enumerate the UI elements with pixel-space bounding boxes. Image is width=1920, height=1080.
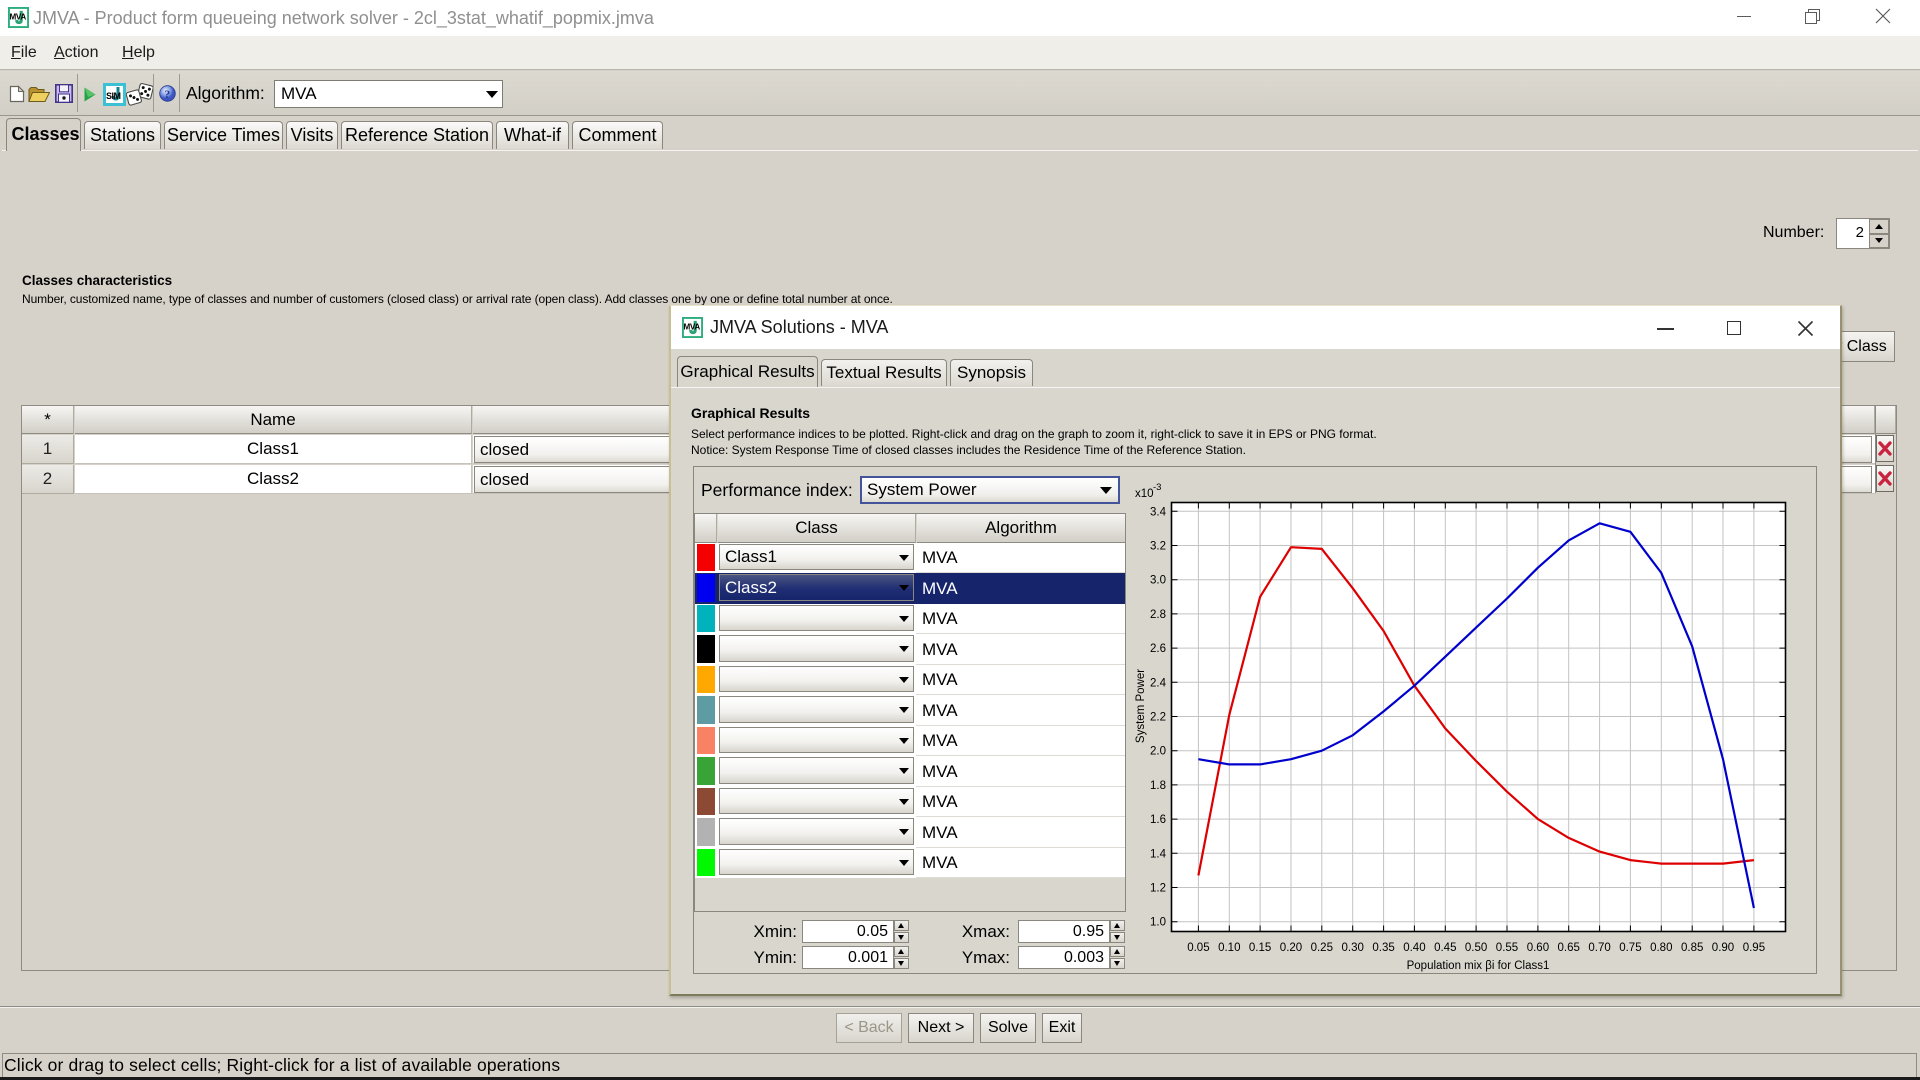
svg-text:1.2: 1.2	[1150, 883, 1166, 895]
svg-text:0.90: 0.90	[1712, 942, 1734, 954]
svg-text:SIM: SIM	[106, 91, 121, 101]
svg-text:0.95: 0.95	[1743, 942, 1765, 954]
svg-text:0.45: 0.45	[1434, 942, 1456, 954]
svg-text:3.2: 3.2	[1150, 541, 1166, 553]
svg-text:0.35: 0.35	[1372, 942, 1394, 954]
svg-text:0.25: 0.25	[1311, 942, 1333, 954]
svg-text:MVA: MVA	[684, 322, 701, 331]
svg-text:0.80: 0.80	[1650, 942, 1672, 954]
svg-text:0.05: 0.05	[1187, 942, 1209, 954]
svg-text:System Power: System Power	[1135, 669, 1147, 743]
svg-text:2.8: 2.8	[1150, 609, 1166, 621]
svg-text:x10: x10	[1135, 488, 1154, 500]
svg-text:0.10: 0.10	[1218, 942, 1240, 954]
svg-text:2.0: 2.0	[1150, 746, 1166, 758]
svg-text:0.85: 0.85	[1681, 942, 1703, 954]
svg-text:0.40: 0.40	[1403, 942, 1425, 954]
svg-text:0.30: 0.30	[1342, 942, 1364, 954]
svg-text:2.6: 2.6	[1150, 643, 1166, 655]
svg-text:0.60: 0.60	[1527, 942, 1549, 954]
svg-text:1.4: 1.4	[1150, 848, 1167, 860]
svg-text:2.4: 2.4	[1150, 677, 1167, 689]
svg-text:0.75: 0.75	[1619, 942, 1641, 954]
svg-text:0.50: 0.50	[1465, 942, 1487, 954]
svg-text:1.8: 1.8	[1150, 780, 1166, 792]
svg-text:Population mix βi for Class1: Population mix βi for Class1	[1407, 960, 1550, 972]
svg-text:MVA: MVA	[10, 12, 27, 21]
svg-text:1.0: 1.0	[1150, 917, 1166, 929]
svg-text:1.6: 1.6	[1150, 814, 1166, 826]
svg-text:3.4: 3.4	[1150, 506, 1167, 518]
svg-text:0.70: 0.70	[1588, 942, 1610, 954]
svg-text:0.20: 0.20	[1280, 942, 1302, 954]
svg-text:-3: -3	[1153, 482, 1161, 493]
svg-text:3.0: 3.0	[1150, 575, 1166, 587]
svg-text:?: ?	[164, 87, 170, 101]
svg-text:0.55: 0.55	[1496, 942, 1518, 954]
svg-text:0.65: 0.65	[1558, 942, 1580, 954]
svg-text:0.15: 0.15	[1249, 942, 1271, 954]
svg-text:2.2: 2.2	[1150, 712, 1166, 724]
